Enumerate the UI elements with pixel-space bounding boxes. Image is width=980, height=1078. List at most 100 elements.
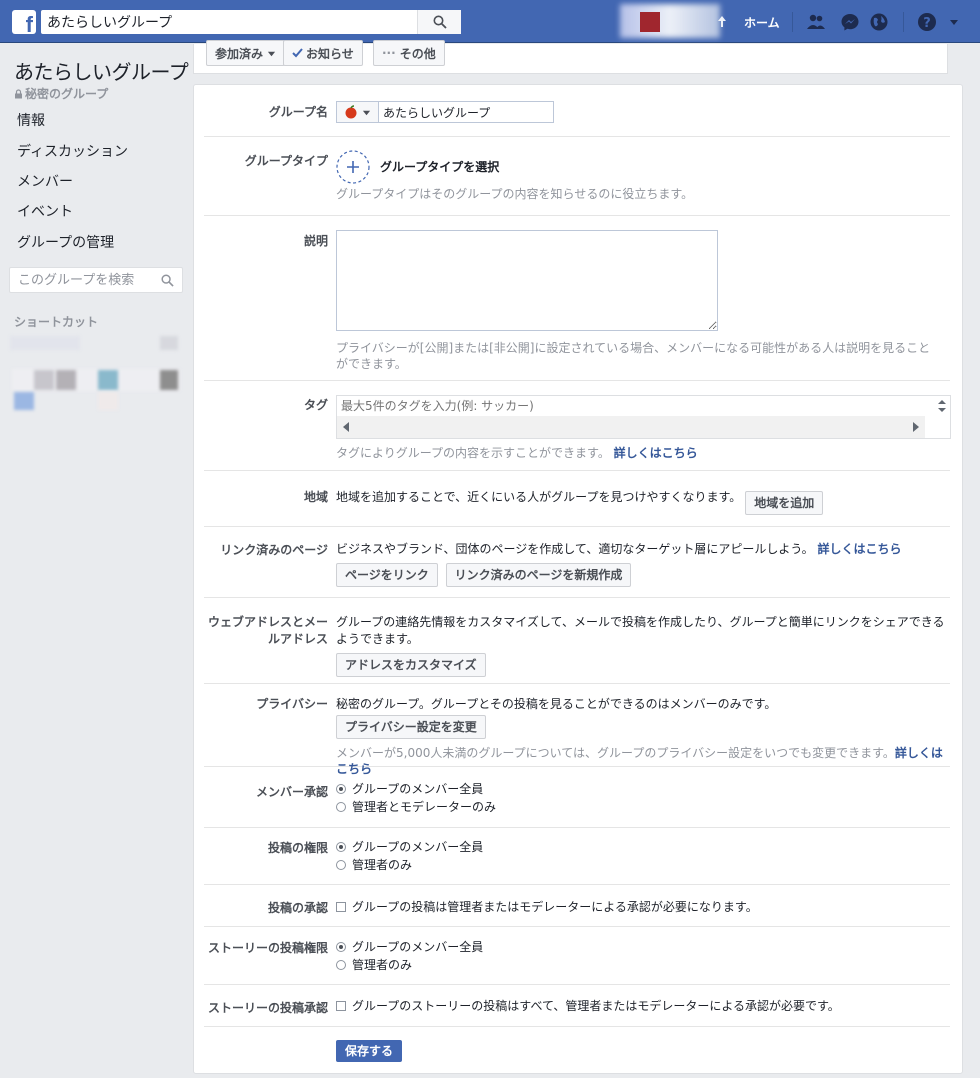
sidebar-item-discussion[interactable]: ディスカッション xyxy=(17,141,128,161)
setting-label: グループ名 xyxy=(268,105,328,119)
tags-help: タグによりグループの内容を示すことができます。 詳しくはこちら xyxy=(336,446,698,460)
topbar-divider xyxy=(792,12,793,32)
change-privacy-button[interactable]: プライバシー設定を変更 xyxy=(336,715,486,739)
story-approval-checkbox[interactable] xyxy=(336,1001,346,1011)
scroll-left-icon[interactable] xyxy=(343,422,349,432)
posting-permission-option-all-members[interactable]: グループのメンバー全員 xyxy=(336,838,950,856)
group-search-input[interactable] xyxy=(10,268,150,292)
radio-button[interactable] xyxy=(336,802,346,812)
sidebar-item-manage-group[interactable]: グループの管理 xyxy=(17,232,114,252)
story-approval-checkbox-row[interactable]: グループのストーリーの投稿はすべて、管理者またはモデレーターによる承認が必要です… xyxy=(336,997,950,1015)
sidebar-item-about[interactable]: 情報 xyxy=(17,110,45,130)
linked-pages-learn-more-link[interactable]: 詳しくはこちら xyxy=(817,542,901,556)
add-circle-icon xyxy=(336,150,370,184)
blurred-shortcut xyxy=(160,370,178,390)
story-posting-option-admins-only[interactable]: 管理者のみ xyxy=(336,956,950,974)
shortcuts-heading: ショートカット xyxy=(14,315,99,329)
setting-linked-pages: リンク済みのページ ビジネスやブランド、団体のページを作成して、適切なターゲット… xyxy=(204,527,950,598)
member-approval-option-all-members[interactable]: グループのメンバー全員 xyxy=(336,780,950,798)
setting-label: 投稿の承認 xyxy=(267,901,328,915)
notifications-button[interactable]: お知らせ xyxy=(283,40,363,66)
setting-label: 地域 xyxy=(303,490,328,504)
joined-button[interactable]: 参加済み xyxy=(206,40,286,66)
setting-location: 地域 地域を追加することで、近くにいる人がグループを見つけやすくなります。 地域… xyxy=(204,471,950,527)
radio-button[interactable] xyxy=(336,960,346,970)
group-name-field xyxy=(336,101,950,123)
search-icon[interactable] xyxy=(161,274,174,287)
scroll-right-icon[interactable] xyxy=(913,422,919,432)
lock-icon xyxy=(15,89,22,99)
setting-label: 投稿の権限 xyxy=(267,841,328,855)
create-linked-page-button[interactable]: リンク済みのページを新規作成 xyxy=(445,563,632,587)
blurred-shortcut xyxy=(98,370,118,390)
story-posting-option-all-members[interactable]: グループのメンバー全員 xyxy=(336,938,950,956)
post-approval-checkbox-row[interactable]: グループの投稿は管理者またはモデレーターによる承認が必要になります。 xyxy=(336,898,950,916)
tags-input-box xyxy=(336,395,951,439)
blurred-shortcut xyxy=(160,336,178,350)
spinner-arrows-icon[interactable] xyxy=(937,399,947,413)
chevron-down-icon xyxy=(267,51,276,56)
location-description: 地域を追加することで、近くにいる人がグループを見つけやすくなります。 xyxy=(336,490,742,504)
sidebar-item-members[interactable]: メンバー xyxy=(17,171,73,191)
customize-address-button[interactable]: アドレスをカスタマイズ xyxy=(336,653,486,677)
messenger-icon[interactable] xyxy=(840,12,860,32)
setting-post-approval: 投稿の承認 グループの投稿は管理者またはモデレーターによる承認が必要になります。 xyxy=(204,885,950,927)
posting-permission-option-admins-only[interactable]: 管理者のみ xyxy=(336,856,950,874)
blurred-shortcut xyxy=(98,392,118,410)
group-type-help: グループタイプはそのグループの内容を知らせるのに役立ちます。 xyxy=(336,187,694,201)
more-button[interactable]: ··· その他 xyxy=(373,40,445,66)
find-friends-icon[interactable] xyxy=(712,12,732,32)
tags-learn-more-link[interactable]: 詳しくはこちら xyxy=(614,446,698,460)
radio-button[interactable] xyxy=(336,860,346,870)
global-search xyxy=(41,10,461,34)
setting-description: 説明 プライバシーが[公開]または[非公開]に設定されている場合、メンバーになる… xyxy=(204,216,950,381)
blurred-shortcut xyxy=(10,336,80,350)
post-approval-checkbox[interactable] xyxy=(336,902,346,912)
link-page-button[interactable]: ページをリンク xyxy=(336,563,438,587)
friend-requests-icon[interactable] xyxy=(806,12,826,32)
group-privacy-label: 秘密のグループ xyxy=(14,85,108,102)
radio-button-selected[interactable] xyxy=(336,942,346,952)
setting-web-address: ウェブアドレスとメー ルアドレス グループの連絡先情報をカスタマイズして、メールで… xyxy=(204,598,950,684)
setting-group-name: グループ名 xyxy=(204,85,950,137)
blurred-shortcut xyxy=(14,392,34,410)
help-icon[interactable]: ? xyxy=(917,12,937,32)
setting-tags: タグ タグによりグループの内容を示すことができます。 詳しくはこちら xyxy=(204,381,951,471)
add-location-button[interactable]: 地域を追加 xyxy=(745,491,824,515)
tags-horizontal-scrollbar[interactable] xyxy=(337,416,925,438)
linked-pages-description: ビジネスやブランド、団体のページを作成して、適切なターゲット層にアピールしよう。… xyxy=(336,542,902,556)
radio-button-selected[interactable] xyxy=(336,784,346,794)
setting-label: ウェブアドレスとメー ルアドレス xyxy=(207,615,328,646)
select-group-type-button[interactable]: グループタイプを選択 xyxy=(336,150,950,184)
group-name-input[interactable] xyxy=(378,101,554,123)
setting-label: グループタイプ xyxy=(244,154,328,168)
blurred-shortcut xyxy=(56,370,76,390)
account-menu-chevron-down-icon[interactable] xyxy=(948,16,960,28)
chevron-down-icon xyxy=(362,110,371,115)
description-textarea[interactable] xyxy=(336,230,718,331)
red-apple-emoji-icon xyxy=(345,105,357,119)
search-icon xyxy=(433,15,447,29)
global-search-input[interactable] xyxy=(41,10,421,34)
tags-input[interactable] xyxy=(337,396,927,416)
setting-story-posting-permission: ストーリーの投稿権限 グループのメンバー全員 管理者のみ xyxy=(204,927,950,985)
group-icon-picker[interactable] xyxy=(336,101,378,123)
sidebar-item-events[interactable]: イベント xyxy=(17,201,73,221)
member-approval-option-admins-moderators[interactable]: 管理者とモデレーターのみ xyxy=(336,798,950,816)
home-link[interactable]: ホーム xyxy=(744,14,780,31)
description-help: プライバシーが[公開]または[非公開]に設定されている場合、メンバーになる可能性… xyxy=(336,341,931,371)
setting-label: メンバー承認 xyxy=(255,785,328,799)
radio-button-selected[interactable] xyxy=(336,842,346,852)
topbar-divider xyxy=(903,12,904,32)
group-search xyxy=(9,267,183,293)
notifications-globe-icon[interactable] xyxy=(869,12,889,32)
group-title[interactable]: あたらしいグループ xyxy=(14,56,189,85)
save-button[interactable]: 保存する xyxy=(336,1040,403,1062)
setting-label: リンク済みのページ xyxy=(220,543,328,557)
setting-label: 説明 xyxy=(303,234,328,248)
privacy-description: 秘密のグループ。グループとその投稿を見ることができるのはメンバーのみです。 xyxy=(336,697,777,711)
profile-avatar[interactable] xyxy=(640,12,660,32)
facebook-logo-icon[interactable]: f xyxy=(12,10,36,36)
search-button[interactable] xyxy=(417,10,461,34)
blurred-shortcut xyxy=(34,370,54,390)
